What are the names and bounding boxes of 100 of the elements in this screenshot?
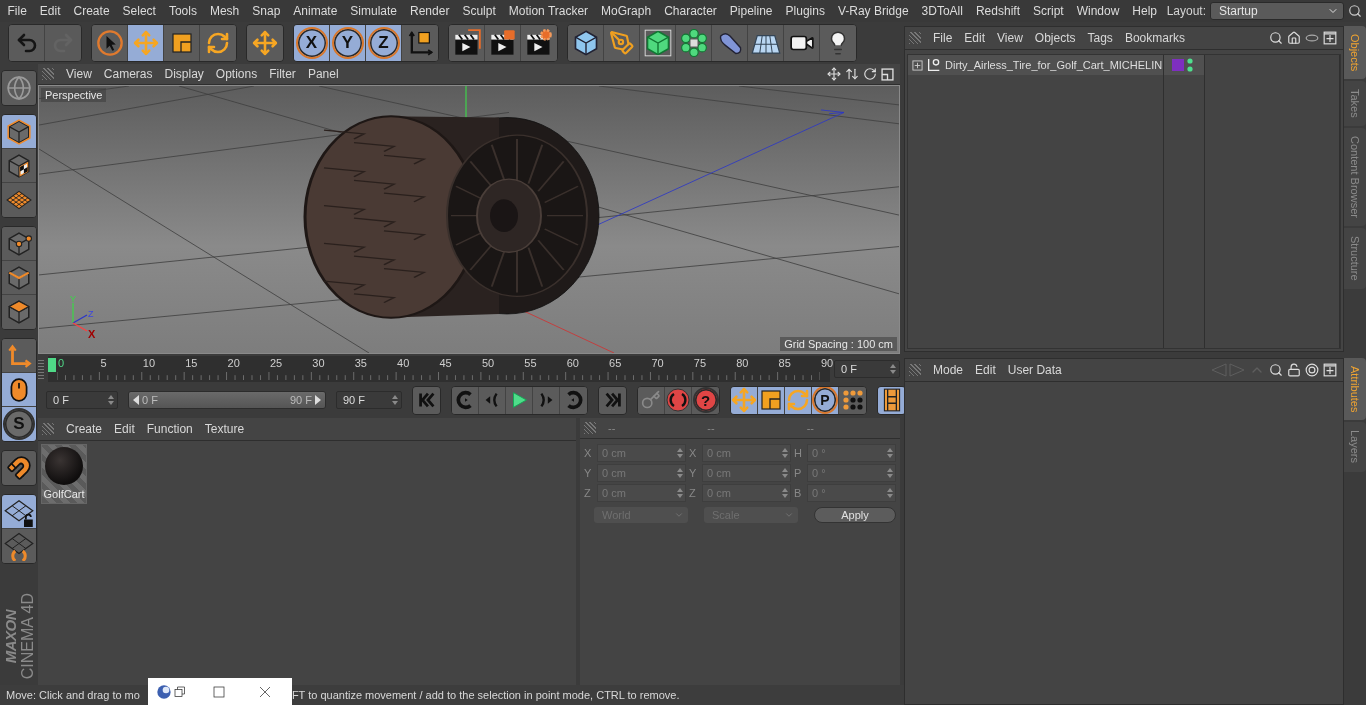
select-button[interactable] xyxy=(92,25,128,61)
scale-square-icon xyxy=(169,31,194,55)
render-view-button[interactable] xyxy=(449,25,485,61)
search-icon[interactable] xyxy=(1269,31,1283,45)
menu-item[interactable]: 3DToAll xyxy=(915,4,970,18)
film-button[interactable] xyxy=(878,386,905,414)
floor-button[interactable] xyxy=(748,25,784,61)
menu-item[interactable]: Select xyxy=(116,4,163,18)
menu-item[interactable]: Redshift xyxy=(969,4,1027,18)
viewport-menu-item[interactable]: Display xyxy=(158,67,210,81)
axis-button[interactable] xyxy=(2,339,36,373)
material-menu-item[interactable]: Edit xyxy=(108,422,141,436)
menu-item[interactable]: Edit xyxy=(33,4,68,18)
objects-menu-item[interactable]: File xyxy=(927,31,959,45)
menu-item[interactable]: Tools xyxy=(162,4,204,18)
material-thumbnail[interactable]: GolfCart xyxy=(41,444,87,504)
lock-icon[interactable] xyxy=(1287,363,1301,377)
objects-menu-item[interactable]: Tags xyxy=(1081,31,1119,45)
viewport-menu-item[interactable]: Cameras xyxy=(97,67,159,81)
objects-menu-item[interactable]: Bookmarks xyxy=(1118,31,1191,45)
viewport-menu-item[interactable]: Options xyxy=(209,67,264,81)
frame-number: 35 xyxy=(354,357,367,369)
pen-nib-icon xyxy=(608,30,635,56)
search-icon[interactable] xyxy=(1348,4,1362,18)
app-sphere-icon xyxy=(155,683,172,700)
home-icon[interactable] xyxy=(1287,31,1301,45)
attributes-menu-item[interactable]: Mode xyxy=(927,363,970,377)
move-button[interactable] xyxy=(128,25,164,61)
record-key-button[interactable] xyxy=(638,386,665,414)
zoom-view-icon[interactable] xyxy=(845,67,859,81)
objects-menu-item[interactable]: Edit xyxy=(958,31,992,45)
menu-item[interactable]: Animate xyxy=(286,4,344,18)
menu-item[interactable]: Sculpt xyxy=(455,4,503,18)
cube-button[interactable] xyxy=(568,25,604,61)
null-object-icon xyxy=(926,57,942,73)
material-menu-item[interactable]: Function xyxy=(140,422,199,436)
oval-icon xyxy=(1305,31,1319,45)
menu-item[interactable]: Mesh xyxy=(203,4,246,18)
brand-logo-text: MAXON xyxy=(1,609,19,663)
menu-item[interactable]: Help xyxy=(1125,4,1164,18)
undo-button[interactable] xyxy=(9,25,45,61)
menu-item[interactable]: Create xyxy=(67,4,117,18)
tweak-button[interactable] xyxy=(2,373,36,407)
menu-item[interactable]: Render xyxy=(403,4,456,18)
orbit-view-icon[interactable] xyxy=(863,67,877,81)
objects-menu-item[interactable]: Objects xyxy=(1028,31,1082,45)
apply-button[interactable]: Apply xyxy=(814,507,896,523)
viewport[interactable]: Perspective Grid Spacing : 100 cm Y Z X xyxy=(38,85,900,354)
attributes-menu-item[interactable]: User Data xyxy=(1001,363,1068,377)
param-button[interactable]: P xyxy=(812,386,839,414)
menu-item[interactable]: Simulate xyxy=(343,4,404,18)
prev-key-button[interactable] xyxy=(452,386,479,414)
search-icon[interactable] xyxy=(1269,363,1283,377)
material-menu-item[interactable]: Texture xyxy=(198,422,251,436)
rotate-button[interactable] xyxy=(785,386,812,414)
record-circle-icon xyxy=(666,388,690,412)
axis-lock-button[interactable]: X xyxy=(294,25,330,61)
end-frame-field[interactable]: 90 F xyxy=(336,391,402,409)
model-button[interactable] xyxy=(2,115,36,149)
objects-menu-item[interactable]: View xyxy=(991,31,1029,45)
menu-item[interactable]: Snap xyxy=(245,4,287,18)
move-button[interactable] xyxy=(731,386,758,414)
menu-item[interactable]: Motion Tracker xyxy=(502,4,595,18)
restore-button[interactable] xyxy=(171,685,188,698)
menu-item[interactable]: File xyxy=(1,4,34,18)
menu-item[interactable]: Window xyxy=(1070,4,1126,18)
attributes-menu-item[interactable]: Edit xyxy=(969,363,1002,377)
first-frame-button[interactable] xyxy=(413,386,440,414)
material-menu-item[interactable]: Create xyxy=(60,422,109,436)
axis-lock-button[interactable]: Z xyxy=(366,25,402,61)
menu-item[interactable]: V-Ray Bridge xyxy=(831,4,916,18)
move-button[interactable] xyxy=(247,25,283,61)
magnet-button[interactable] xyxy=(2,451,36,485)
help-button[interactable]: ? xyxy=(692,386,719,414)
playhead-marker[interactable] xyxy=(48,358,56,372)
caret-icon xyxy=(674,510,684,520)
menu-item[interactable]: Pipeline xyxy=(723,4,780,18)
menu-item[interactable]: MoGraph xyxy=(594,4,658,18)
start-frame-field[interactable]: 0 F xyxy=(46,391,118,409)
scale-button[interactable] xyxy=(758,386,785,414)
menu-item[interactable]: Script xyxy=(1026,4,1071,18)
last-frame-button[interactable] xyxy=(599,386,626,414)
viewport-menu-item[interactable]: Panel xyxy=(301,67,345,81)
menu-item[interactable]: Plugins xyxy=(779,4,832,18)
current-frame-field[interactable]: 0 F xyxy=(834,360,900,378)
axis-lock-button[interactable]: Y xyxy=(330,25,366,61)
grid-lock-button[interactable] xyxy=(2,495,36,529)
axis-label: Y xyxy=(584,467,593,479)
pan-view-icon[interactable] xyxy=(827,67,841,81)
auto-key-button[interactable] xyxy=(665,386,692,414)
menu-item[interactable]: Character xyxy=(657,4,724,18)
viewport-menu-item[interactable]: View xyxy=(60,67,98,81)
points-button[interactable] xyxy=(2,227,36,261)
frame-number: 15 xyxy=(185,357,198,369)
viewport-menu-item[interactable]: Filter xyxy=(263,67,302,81)
frame-number: 85 xyxy=(778,357,791,369)
frame-number: 55 xyxy=(524,357,537,369)
layout-dropdown[interactable]: Startup xyxy=(1210,2,1344,20)
cube-icon xyxy=(6,118,32,145)
axis-label: Y xyxy=(70,294,76,304)
